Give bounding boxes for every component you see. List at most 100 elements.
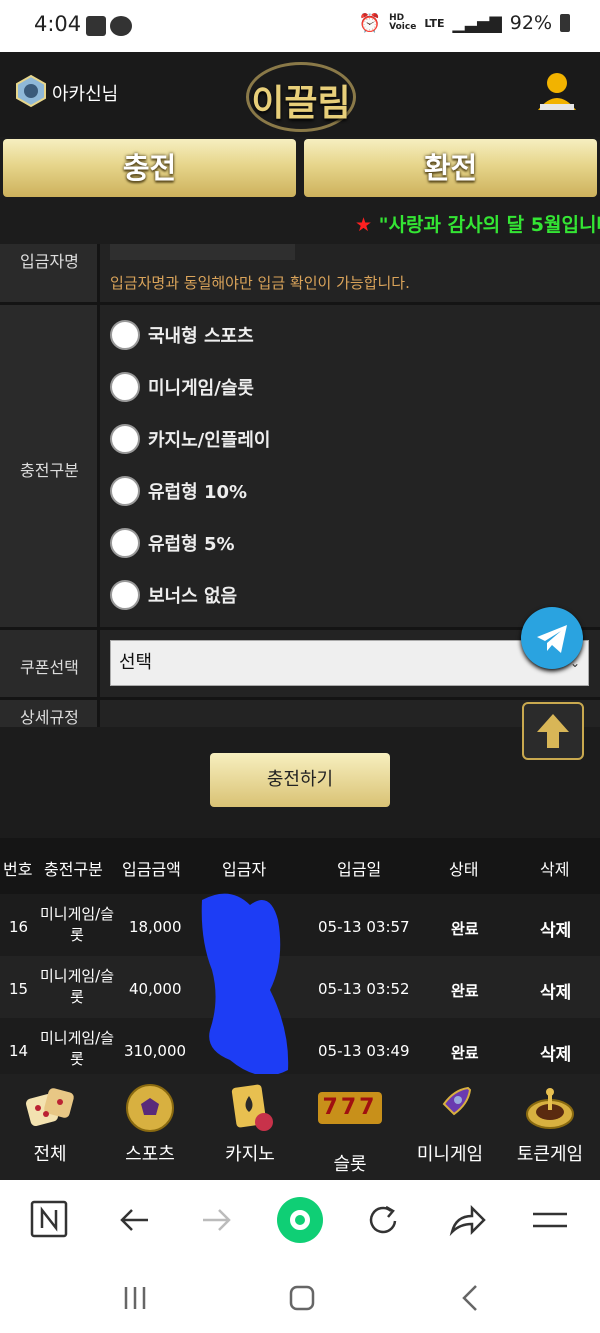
coupon-label: 쿠폰선택	[20, 658, 79, 677]
tab-exchange[interactable]: 환전	[304, 139, 597, 197]
notice-marquee: ★ "사랑과 감사의 달 5월입니다	[355, 210, 600, 237]
nav-label: 카지노	[225, 1144, 275, 1165]
soccer-ball-icon	[124, 1082, 176, 1134]
row-no: 14	[9, 1042, 29, 1060]
col-header-amount: 입금금액	[122, 860, 181, 879]
menu-icon[interactable]	[531, 1206, 569, 1234]
nav-label: 슬롯	[333, 1154, 367, 1175]
status-time: 4:04	[34, 12, 82, 36]
profile-icon[interactable]	[534, 68, 580, 114]
signal-icon: ▁▃▅▇	[452, 13, 502, 33]
scroll-top-button[interactable]	[522, 702, 584, 760]
option-casino-inplay[interactable]: 카지노/인플레이	[110, 424, 271, 454]
option-label: 카지노/인플레이	[148, 430, 271, 451]
nav-all[interactable]: 전체	[0, 1082, 100, 1166]
option-no-bonus[interactable]: 보너스 없음	[110, 580, 237, 610]
radio-circle[interactable]	[110, 424, 140, 454]
row-no: 16	[9, 918, 29, 936]
hd-voice-icon: HD Voice	[389, 13, 417, 32]
option-minigame-slot[interactable]: 미니게임/슬롯	[110, 372, 254, 402]
home-green-button[interactable]	[277, 1197, 323, 1243]
row-status: 완료	[451, 982, 479, 1000]
coupon-row: 쿠폰선택 선택 ⌄	[0, 627, 600, 697]
system-nav-bar	[0, 1260, 600, 1333]
rules-label-cell: 상세규정	[0, 700, 100, 727]
charge-submit-button[interactable]: 충전하기	[210, 753, 390, 807]
row-no: 15	[9, 980, 29, 998]
row-delete-button[interactable]: 삭제	[540, 916, 571, 941]
option-euro-10[interactable]: 유럽형 10%	[110, 476, 247, 506]
nav-casino[interactable]: 카지노	[200, 1082, 300, 1166]
home-icon[interactable]	[289, 1285, 315, 1311]
rules-row: 상세규정	[0, 697, 600, 727]
option-label: 유럽형 10%	[148, 482, 248, 503]
username[interactable]: 아카신님	[52, 80, 118, 106]
battery-icon	[560, 14, 570, 32]
row-date: 05-13 03:52	[318, 980, 410, 998]
row-type: 미니게임/슬롯	[39, 967, 115, 1006]
radio-circle[interactable]	[110, 528, 140, 558]
row-delete-button[interactable]: 삭제	[540, 978, 571, 1003]
site-logo[interactable]: 이끌림	[246, 62, 356, 132]
nav-sports[interactable]: 스포츠	[100, 1082, 200, 1166]
col-header-no: 번호	[3, 860, 33, 879]
coupon-label-cell: 쿠폰선택	[0, 630, 100, 697]
telegram-button[interactable]	[521, 607, 583, 669]
row-delete-button[interactable]: 삭제	[540, 1040, 571, 1065]
nav-slot[interactable]: 777 슬롯	[300, 1082, 400, 1176]
naver-n-icon[interactable]	[30, 1200, 68, 1238]
browser-toolbar	[0, 1180, 600, 1260]
rank-badge-icon	[14, 74, 48, 108]
slot-777-icon: 777	[318, 1092, 382, 1144]
nav-token-game[interactable]: 토큰게임	[500, 1082, 600, 1166]
status-bar: 4:04 ⏰ HD Voice LTE ▁▃▅▇ 92%	[0, 0, 600, 52]
col-header-date: 입금일	[337, 860, 382, 879]
alarm-icon: ⏰	[358, 12, 382, 34]
radio-circle[interactable]	[110, 372, 140, 402]
coupon-select[interactable]: 선택 ⌄	[110, 640, 589, 686]
table-row: 14 미니게임/슬롯 310,000 05-13 03:49 완료 삭제	[0, 1018, 600, 1074]
tab-charge[interactable]: 충전	[3, 139, 296, 197]
back-icon[interactable]	[460, 1284, 482, 1312]
row-status: 완료	[451, 920, 479, 938]
row-status: 완료	[451, 1044, 479, 1062]
refresh-icon[interactable]	[364, 1201, 402, 1239]
arrow-up-icon	[537, 714, 569, 748]
redaction-scribble	[201, 893, 289, 1076]
option-euro-5[interactable]: 유럽형 5%	[110, 528, 235, 558]
row-date: 05-13 03:57	[318, 918, 410, 936]
nav-label: 전체	[33, 1144, 67, 1165]
nav-minigame[interactable]: 미니게임	[400, 1082, 500, 1166]
depositor-input[interactable]	[110, 244, 295, 260]
dice-icon	[24, 1082, 76, 1134]
radio-circle[interactable]	[110, 476, 140, 506]
depositor-hint: 입금자명과 동일해야만 입금 확인이 가능합니다.	[110, 274, 410, 292]
forward-arrow-icon[interactable]	[199, 1202, 235, 1238]
battery-text: 92%	[509, 12, 552, 34]
charge-type-label: 충전구분	[20, 461, 79, 480]
card-icon	[224, 1082, 276, 1134]
recent-apps-icon[interactable]	[122, 1285, 148, 1311]
share-icon[interactable]	[448, 1202, 486, 1238]
slot-777-text: 777	[318, 1092, 382, 1124]
row-date: 05-13 03:49	[318, 1042, 410, 1060]
home-circle-icon	[290, 1210, 310, 1230]
depositor-label: 입금자명	[20, 252, 79, 271]
option-domestic-sports[interactable]: 국내형 스포츠	[110, 320, 254, 350]
table-row: 16 미니게임/슬롯 18,000 05-13 03:57 완료 삭제	[0, 894, 600, 956]
nav-label: 토큰게임	[516, 1144, 584, 1165]
radio-circle[interactable]	[110, 580, 140, 610]
option-label: 미니게임/슬롯	[148, 378, 254, 399]
checkbox-notification-icon	[86, 16, 106, 36]
notice-text: "사랑과 감사의 달 5월입니다	[378, 214, 600, 236]
charge-type-row: 충전구분 국내형 스포츠 미니게임/슬롯 카지노/인플레이 유럽형 10% 유럽…	[0, 302, 600, 627]
col-header-delete: 삭제	[540, 860, 570, 879]
depositor-row: 입금자명 입금자명과 동일해야만 입금 확인이 가능합니다.	[0, 244, 600, 302]
back-arrow-icon[interactable]	[116, 1202, 152, 1238]
radio-circle[interactable]	[110, 320, 140, 350]
col-header-type: 충전구분	[44, 860, 103, 879]
bottom-nav: 전체 스포츠 카지노 777 슬롯 미니게임 토큰게임	[0, 1074, 600, 1180]
row-amount: 40,000	[129, 980, 182, 998]
row-amount: 18,000	[129, 918, 182, 936]
row-type: 미니게임/슬롯	[39, 905, 115, 944]
